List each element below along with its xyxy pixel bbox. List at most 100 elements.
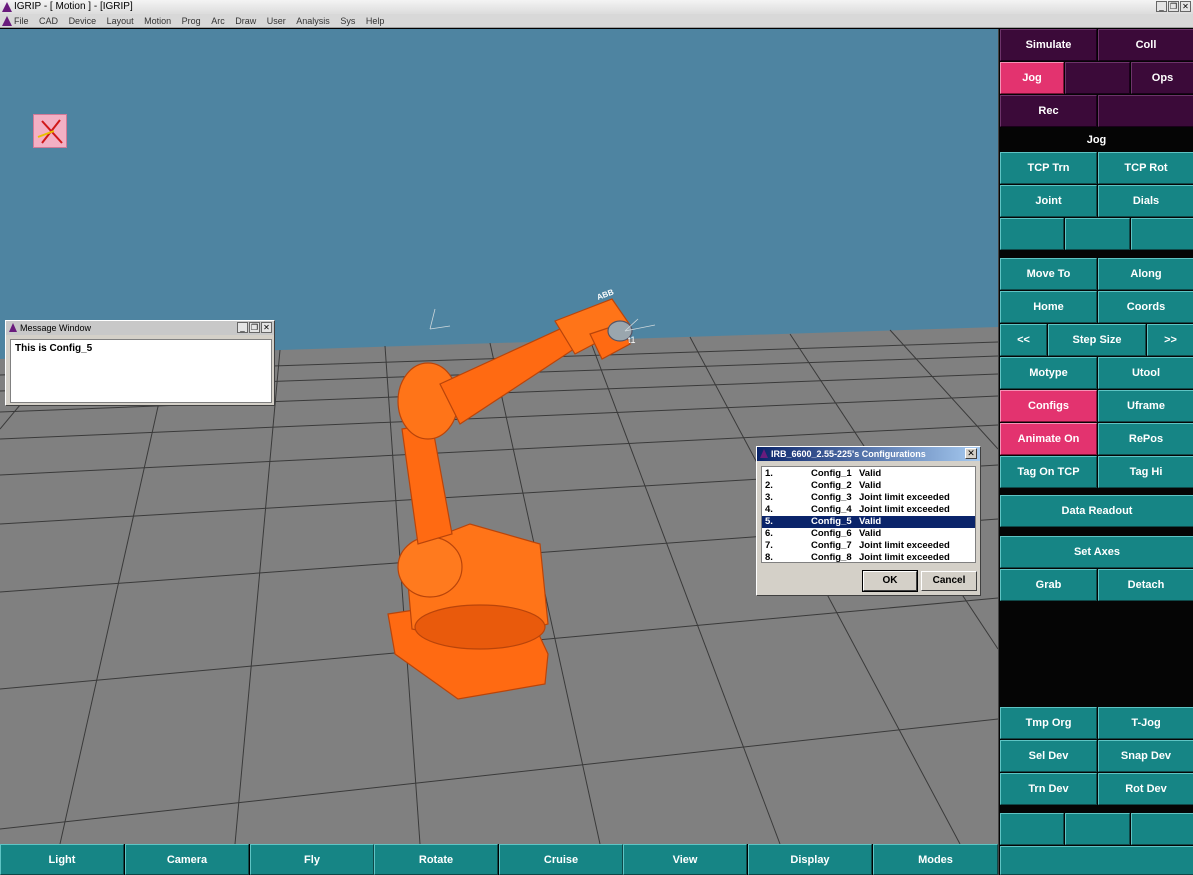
config-status: Valid bbox=[859, 528, 882, 539]
animate-on-button[interactable]: Animate On bbox=[1000, 423, 1097, 455]
restore-icon[interactable]: ❐ bbox=[1168, 1, 1179, 12]
joint-button[interactable]: Joint bbox=[1000, 185, 1097, 217]
menu-file[interactable]: File bbox=[14, 14, 29, 28]
snap-dev-button[interactable]: Snap Dev bbox=[1098, 740, 1193, 772]
empty-button[interactable] bbox=[1000, 218, 1064, 250]
uframe-button[interactable]: Uframe bbox=[1098, 390, 1193, 422]
config-name: Config_1 bbox=[811, 468, 852, 479]
light-button[interactable]: Light bbox=[0, 844, 124, 875]
message-window-controls: _ ❐ ✕ bbox=[237, 322, 272, 333]
move-to-button[interactable]: Move To bbox=[1000, 258, 1097, 290]
config-row[interactable]: 6. Config_6 Valid bbox=[762, 528, 975, 540]
robot-base-frame-axes bbox=[429, 308, 451, 330]
config-number: 4. bbox=[765, 504, 773, 515]
tcp-trn-button[interactable]: TCP Trn bbox=[1000, 152, 1097, 184]
menu-user[interactable]: User bbox=[267, 14, 286, 28]
config-list[interactable]: 1. Config_1 Valid 2. Config_2 Valid 3. Config… bbox=[761, 466, 976, 563]
motype-button[interactable]: Motype bbox=[1000, 357, 1097, 389]
coords-button[interactable]: Coords bbox=[1098, 291, 1193, 323]
empty-button[interactable] bbox=[1131, 218, 1193, 250]
configs-button[interactable]: Configs bbox=[1000, 390, 1097, 422]
menu-draw[interactable]: Draw bbox=[235, 14, 256, 28]
tag-hi-button[interactable]: Tag Hi bbox=[1098, 456, 1193, 488]
utool-button[interactable]: Utool bbox=[1098, 357, 1193, 389]
dialog-icon bbox=[760, 449, 768, 458]
menu-analysis[interactable]: Analysis bbox=[296, 14, 330, 28]
menu-help[interactable]: Help bbox=[366, 14, 385, 28]
repos-button[interactable]: RePos bbox=[1098, 423, 1193, 455]
view-button[interactable]: View bbox=[623, 844, 747, 875]
config-row[interactable]: 1. Config_1 Valid bbox=[762, 468, 975, 480]
config-name: Config_3 bbox=[811, 492, 852, 503]
coll-button[interactable]: Coll bbox=[1098, 29, 1193, 61]
step-decrease-button[interactable]: << bbox=[1000, 324, 1047, 356]
config-row[interactable]: 2. Config_2 Valid bbox=[762, 480, 975, 492]
configurations-dialog[interactable]: IRB_6600_2.55-225's Configurations ✕ 1. C… bbox=[756, 446, 981, 596]
menu-cad[interactable]: CAD bbox=[39, 14, 58, 28]
empty-button[interactable] bbox=[1065, 62, 1130, 94]
empty-button[interactable] bbox=[1098, 95, 1193, 127]
ops-button[interactable]: Ops bbox=[1131, 62, 1193, 94]
along-button[interactable]: Along bbox=[1098, 258, 1193, 290]
modes-button[interactable]: Modes bbox=[873, 844, 998, 875]
dials-button[interactable]: Dials bbox=[1098, 185, 1193, 217]
step-increase-button[interactable]: >> bbox=[1147, 324, 1193, 356]
camera-button[interactable]: Camera bbox=[125, 844, 249, 875]
minimize-icon[interactable]: _ bbox=[1156, 1, 1167, 12]
config-name: Config_4 bbox=[811, 504, 852, 515]
trn-dev-button[interactable]: Trn Dev bbox=[1000, 773, 1097, 805]
rec-button[interactable]: Rec bbox=[1000, 95, 1097, 127]
rot-dev-button[interactable]: Rot Dev bbox=[1098, 773, 1193, 805]
title-bar: IGRIP - [ Motion ] - [IGRIP] _ ❐ ✕ bbox=[0, 0, 1193, 14]
menu-device[interactable]: Device bbox=[69, 14, 97, 28]
sel-dev-button[interactable]: Sel Dev bbox=[1000, 740, 1097, 772]
simulate-button[interactable]: Simulate bbox=[1000, 29, 1097, 61]
config-row-selected[interactable]: 5. Config_5 Valid bbox=[762, 516, 975, 528]
message-window-titlebar[interactable]: Message Window _ ❐ ✕ bbox=[6, 321, 274, 335]
ok-button[interactable]: OK bbox=[862, 570, 918, 592]
menu-motion[interactable]: Motion bbox=[144, 14, 171, 28]
set-axes-button[interactable]: Set Axes bbox=[1000, 536, 1193, 568]
empty-button[interactable] bbox=[1000, 813, 1064, 845]
cancel-button[interactable]: Cancel bbox=[921, 571, 977, 591]
3d-viewport[interactable]: ABB t1 bbox=[0, 29, 998, 844]
menu-sys[interactable]: Sys bbox=[340, 14, 355, 28]
fly-button[interactable]: Fly bbox=[250, 844, 374, 875]
config-row[interactable]: 8. Config_8 Joint limit exceeded bbox=[762, 552, 975, 564]
rotate-button[interactable]: Rotate bbox=[374, 844, 498, 875]
empty-button[interactable] bbox=[1000, 846, 1193, 875]
config-row[interactable]: 7. Config_7 Joint limit exceeded bbox=[762, 540, 975, 552]
close-icon[interactable]: ✕ bbox=[261, 322, 272, 333]
menu-prog[interactable]: Prog bbox=[182, 14, 201, 28]
cruise-button[interactable]: Cruise bbox=[499, 844, 623, 875]
tmp-org-button[interactable]: Tmp Org bbox=[1000, 707, 1097, 739]
message-window[interactable]: Message Window _ ❐ ✕ This is Config_5 bbox=[5, 320, 275, 406]
config-row[interactable]: 4. Config_4 Joint limit exceeded bbox=[762, 504, 975, 516]
close-icon[interactable]: ✕ bbox=[1180, 1, 1191, 12]
close-icon[interactable]: ✕ bbox=[965, 448, 977, 459]
config-row[interactable]: 3. Config_3 Joint limit exceeded bbox=[762, 492, 975, 504]
tag-on-tcp-button[interactable]: Tag On TCP bbox=[1000, 456, 1097, 488]
empty-button[interactable] bbox=[1131, 813, 1193, 845]
tcp-rot-button[interactable]: TCP Rot bbox=[1098, 152, 1193, 184]
config-status: Valid bbox=[859, 516, 882, 527]
minimize-icon[interactable]: _ bbox=[237, 322, 248, 333]
data-readout-button[interactable]: Data Readout bbox=[1000, 495, 1193, 527]
configurations-dialog-titlebar[interactable]: IRB_6600_2.55-225's Configurations ✕ bbox=[757, 447, 980, 461]
t-jog-button[interactable]: T-Jog bbox=[1098, 707, 1193, 739]
config-status: Joint limit exceeded bbox=[859, 552, 950, 563]
message-window-icon bbox=[9, 323, 17, 332]
menu-arc[interactable]: Arc bbox=[211, 14, 225, 28]
empty-button[interactable] bbox=[1065, 218, 1130, 250]
restore-icon[interactable]: ❐ bbox=[249, 322, 260, 333]
grab-button[interactable]: Grab bbox=[1000, 569, 1097, 601]
empty-button[interactable] bbox=[1065, 813, 1130, 845]
menu-layout[interactable]: Layout bbox=[107, 14, 134, 28]
jog-button[interactable]: Jog bbox=[1000, 62, 1064, 94]
scene-canvas: ABB t1 bbox=[0, 287, 998, 844]
display-button[interactable]: Display bbox=[748, 844, 872, 875]
home-button[interactable]: Home bbox=[1000, 291, 1097, 323]
detach-button[interactable]: Detach bbox=[1098, 569, 1193, 601]
step-size-button[interactable]: Step Size bbox=[1048, 324, 1146, 356]
config-name: Config_7 bbox=[811, 540, 852, 551]
